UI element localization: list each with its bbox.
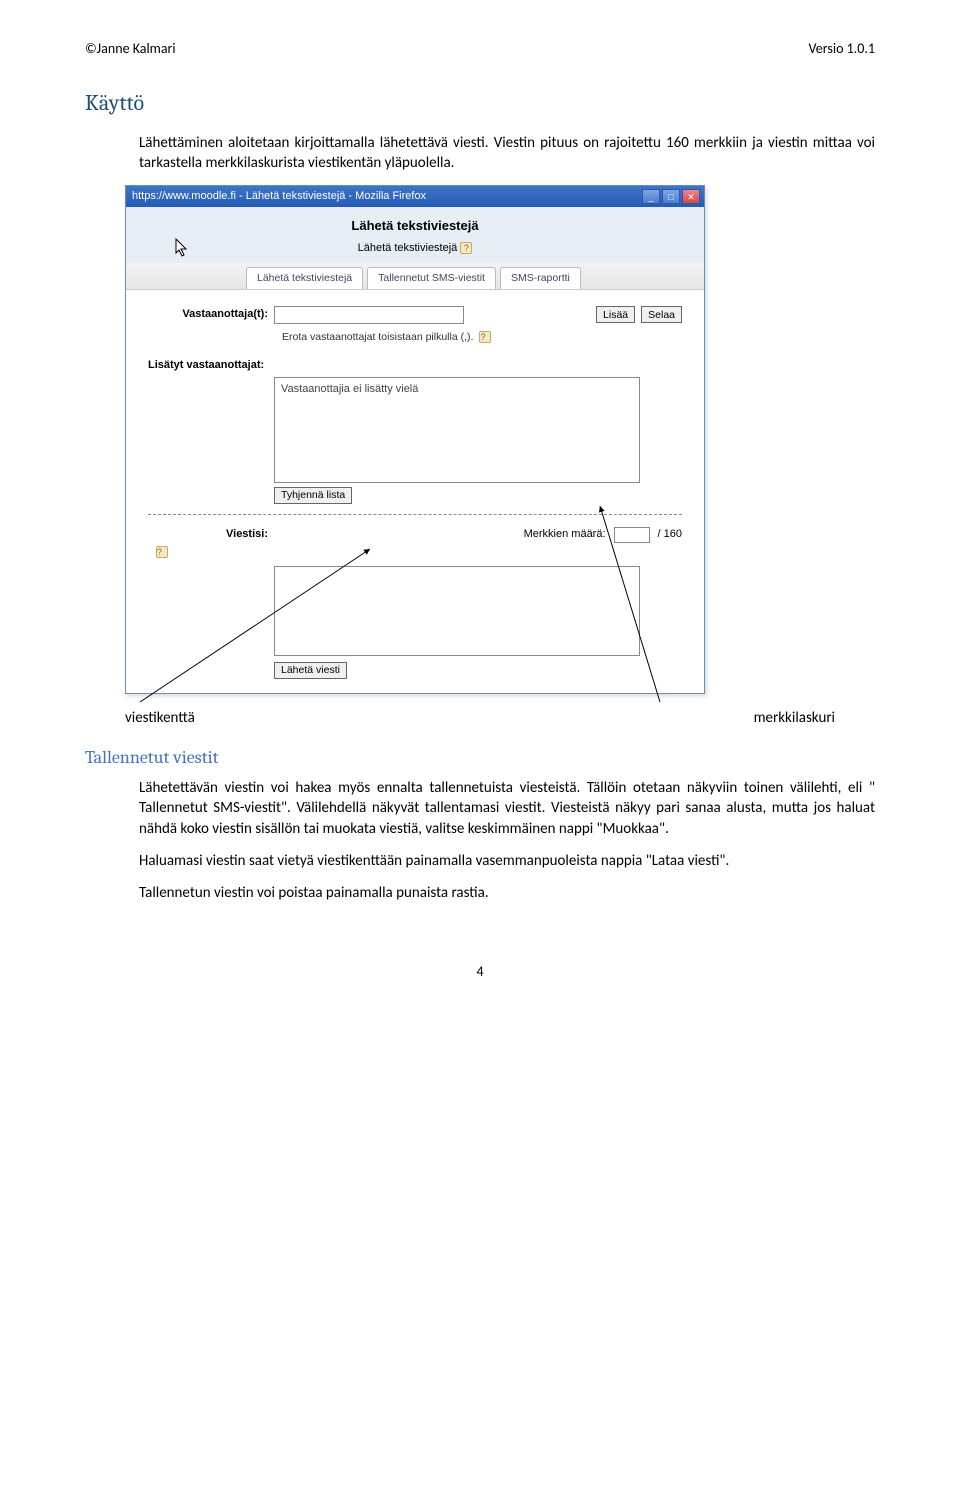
browse-button[interactable]: Selaa (641, 306, 682, 323)
char-count-max: / 160 (658, 527, 682, 542)
body-paragraph-2: Haluamasi viestin saat vietyä viestikent… (139, 851, 875, 871)
tab-send[interactable]: Lähetä tekstiviestejä (246, 267, 363, 288)
window-title: https://www.moodle.fi - Lähetä tekstivie… (132, 189, 426, 204)
clear-list-button[interactable]: Tyhjennä lista (274, 487, 352, 504)
divider (148, 514, 682, 515)
page-title: Käyttö (85, 89, 875, 119)
cursor-icon (175, 238, 189, 258)
minimize-button[interactable]: _ (642, 189, 660, 204)
sub-heading: Lähetä tekstiviestejä (358, 242, 458, 254)
message-label: Viestisi: (148, 527, 268, 542)
header-author: ©Janne Kalmari (85, 40, 176, 59)
callout-left: viestikenttä (125, 708, 195, 728)
screenshot-container: https://www.moodle.fi - Lähetä tekstivie… (125, 185, 875, 693)
help-icon[interactable]: ? (479, 331, 491, 343)
char-count-value (614, 527, 650, 543)
header-version: Versio 1.0.1 (809, 40, 875, 59)
send-button[interactable]: Lähetä viesti (274, 662, 347, 679)
recipients-list[interactable]: Vastaanottajia ei lisätty vielä (274, 377, 640, 483)
body-paragraph-1: Lähetettävän viestin voi hakea myös enna… (139, 778, 875, 839)
separator-hint: Erota vastaanottajat toisistaan pilkulla… (282, 330, 473, 344)
help-icon[interactable]: ? (460, 242, 472, 254)
recipients-input[interactable] (274, 306, 464, 324)
add-button[interactable]: Lisää (596, 306, 635, 323)
intro-paragraph: Lähettäminen aloitetaan kirjoittamalla l… (139, 133, 875, 174)
tab-report[interactable]: SMS-raportti (500, 267, 581, 288)
maximize-button[interactable]: □ (662, 189, 680, 204)
help-icon[interactable]: ? (156, 546, 168, 558)
tab-row: Lähetä tekstiviestejä Tallennetut SMS-vi… (126, 263, 704, 289)
callout-right: merkkilaskuri (754, 708, 835, 728)
browser-window: https://www.moodle.fi - Lähetä tekstivie… (125, 185, 705, 693)
char-count-label: Merkkien määrä: (524, 527, 606, 542)
page-number: 4 (85, 963, 875, 982)
tab-saved[interactable]: Tallennetut SMS-viestit (367, 267, 496, 288)
message-textarea[interactable] (274, 566, 640, 656)
no-recipients-text: Vastaanottajia ei lisätty vielä (281, 383, 418, 395)
close-button[interactable]: ✕ (682, 189, 700, 204)
body-paragraph-3: Tallennetun viestin voi poistaa painamal… (139, 883, 875, 903)
section-heading: Tallennetut viestit (85, 746, 875, 770)
recipients-label: Vastaanottaja(t): (148, 307, 268, 322)
added-recipients-label: Lisätyt vastaanottajat: (148, 358, 682, 373)
callout-arrows (85, 694, 875, 704)
page-heading: Lähetä tekstiviestejä (126, 207, 704, 241)
window-titlebar: https://www.moodle.fi - Lähetä tekstivie… (126, 186, 704, 207)
